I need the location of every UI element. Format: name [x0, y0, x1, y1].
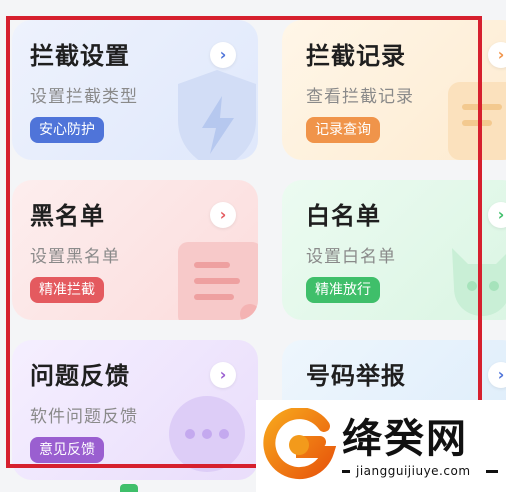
watermark-logo-icon — [263, 408, 336, 480]
card-subtitle: 设置拦截类型 — [30, 87, 138, 107]
card-intercept-settings[interactable]: 拦截设置 › 设置拦截类型 安心防护 — [12, 20, 258, 160]
card-badge: 安心防护 — [30, 117, 104, 143]
card-title: 拦截记录 — [306, 42, 406, 70]
watermark-url: jiangguijiuye.com — [356, 464, 471, 478]
chevron-right-icon[interactable]: › — [488, 42, 506, 68]
document-icon — [178, 242, 258, 320]
card-subtitle: 软件问题反馈 — [30, 407, 138, 427]
devil-face-icon — [452, 248, 506, 316]
chat-bubble-icon — [169, 396, 245, 472]
watermark: 绛癸网 jiangguijiuye.com — [256, 400, 506, 492]
chevron-right-icon[interactable]: › — [210, 202, 236, 228]
card-feedback[interactable]: 问题反馈 › 软件问题反馈 意见反馈 — [12, 340, 258, 480]
card-intercept-records[interactable]: 拦截记录 › 查看拦截记录 记录查询 — [282, 20, 506, 160]
card-badge: 意见反馈 — [30, 437, 104, 463]
card-badge: 精准拦截 — [30, 277, 104, 303]
card-badge: 精准放行 — [306, 277, 380, 303]
chevron-right-icon[interactable]: › — [210, 42, 236, 68]
list-icon — [448, 82, 506, 160]
tab-indicator — [120, 484, 138, 492]
card-whitelist[interactable]: 白名单 › 设置白名单 精准放行 — [282, 180, 506, 320]
shield-bolt-icon — [178, 70, 256, 160]
watermark-logo-text: 绛癸网 — [342, 415, 468, 462]
card-title: 问题反馈 — [30, 362, 130, 390]
chevron-right-icon[interactable]: › — [210, 362, 236, 388]
chevron-right-icon[interactable]: › — [488, 202, 506, 228]
card-blacklist[interactable]: 黑名单 › 设置黑名单 精准拦截 — [12, 180, 258, 320]
card-title: 拦截设置 — [30, 42, 130, 70]
card-subtitle: 设置白名单 — [306, 247, 396, 267]
card-title: 黑名单 — [30, 202, 105, 230]
card-title: 白名单 — [306, 202, 381, 230]
card-subtitle: 设置黑名单 — [30, 247, 120, 267]
card-badge: 记录查询 — [306, 117, 380, 143]
card-subtitle: 查看拦截记录 — [306, 87, 414, 107]
chevron-right-icon[interactable]: › — [488, 362, 506, 388]
card-title: 号码举报 — [306, 362, 406, 390]
